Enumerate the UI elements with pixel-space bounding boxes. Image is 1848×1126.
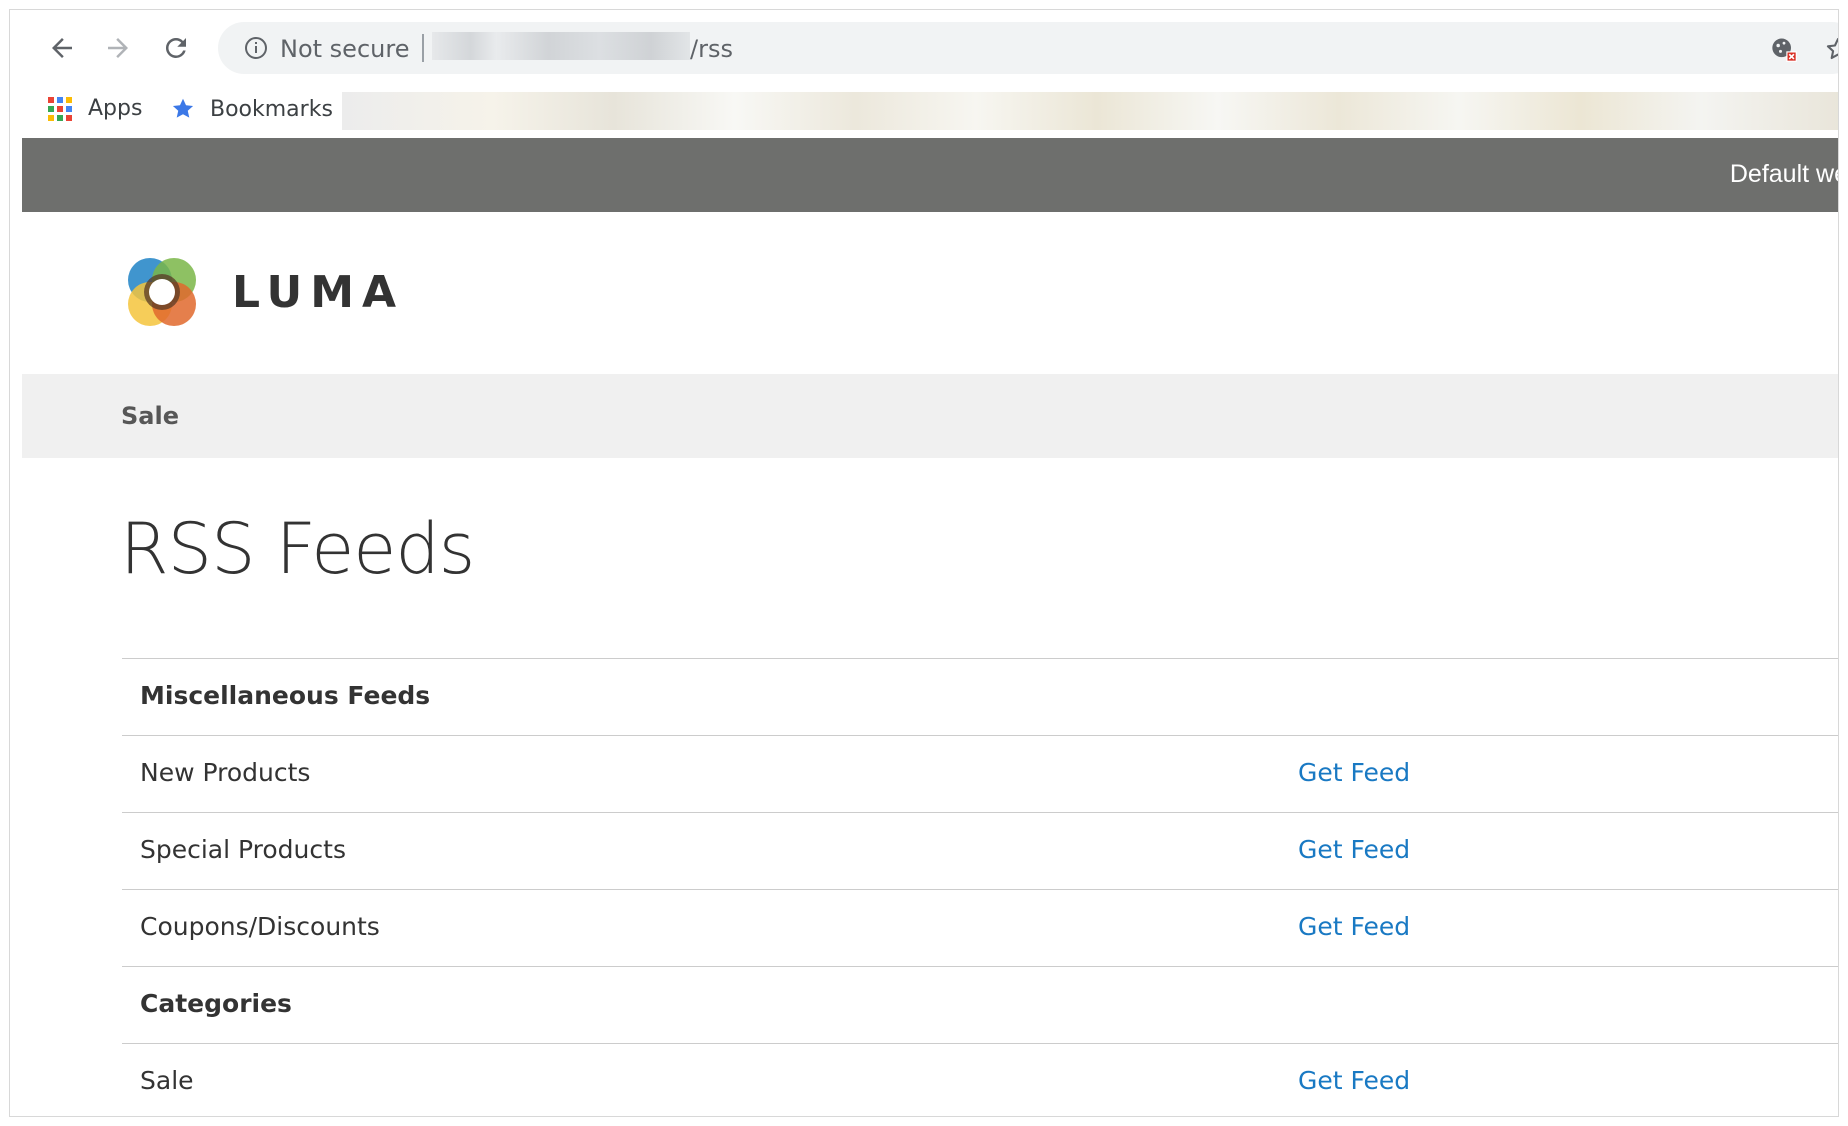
section-row: Miscellaneous Feeds <box>122 658 1838 735</box>
page-title: RSS Feeds <box>120 508 475 590</box>
arrow-right-icon <box>108 38 128 58</box>
apps-dot <box>66 96 72 103</box>
forward-button[interactable] <box>98 28 138 68</box>
apps-dot <box>57 96 63 103</box>
redacted-host <box>432 32 690 60</box>
apps-dot <box>48 96 54 103</box>
section-title: Categories <box>140 989 292 1018</box>
rss-feeds-table: Miscellaneous Feeds New Products Get Fee… <box>122 658 1838 1116</box>
feed-name: Coupons/Discounts <box>140 912 380 941</box>
feed-row: New Products Get Feed <box>122 735 1838 812</box>
feed-row: Special Products Get Feed <box>122 812 1838 889</box>
back-button[interactable] <box>42 28 82 68</box>
security-status[interactable]: Not secure <box>280 35 409 63</box>
star-filled-icon <box>172 98 194 118</box>
apps-dot <box>48 105 54 112</box>
bookmarks-bar: Apps Bookmarks <box>10 82 1838 138</box>
feed-name: New Products <box>140 758 311 787</box>
star-outline-icon[interactable] <box>1824 35 1839 63</box>
apps-label: Apps <box>88 96 143 121</box>
apps-dot <box>57 114 63 121</box>
section-title: Miscellaneous Feeds <box>140 681 431 710</box>
browser-window: Not secure /rss Apps Bookmarks Default w… <box>9 9 1839 1117</box>
redacted-bookmarks <box>342 92 1838 130</box>
luma-logo-icon <box>128 258 196 326</box>
bookmark-folder[interactable]: Bookmarks <box>170 96 333 122</box>
get-feed-link[interactable]: Get Feed <box>1298 1066 1410 1095</box>
store-header-strip: Default we <box>22 138 1838 212</box>
browser-toolbar: Not secure /rss <box>10 10 1838 82</box>
feed-name: Sale <box>140 1066 194 1095</box>
store-switcher[interactable]: Default we <box>1730 160 1838 189</box>
cookie-blocked-icon[interactable] <box>1770 35 1798 63</box>
apps-dot <box>48 114 54 121</box>
store-logo[interactable]: LUMA <box>120 250 404 334</box>
feed-row: Sale Get Feed <box>122 1043 1838 1116</box>
bookmarks-label: Bookmarks <box>210 96 333 122</box>
get-feed-link[interactable]: Get Feed <box>1298 835 1410 864</box>
divider <box>422 34 424 62</box>
feed-row: Coupons/Discounts Get Feed <box>122 889 1838 966</box>
reload-button[interactable] <box>156 28 196 68</box>
address-bar[interactable]: Not secure /rss <box>218 22 1839 74</box>
get-feed-link[interactable]: Get Feed <box>1298 912 1410 941</box>
reload-icon <box>165 37 186 58</box>
get-feed-link[interactable]: Get Feed <box>1298 758 1410 787</box>
info-icon[interactable] <box>244 36 268 60</box>
apps-dot <box>66 114 72 121</box>
apps-dot <box>66 105 72 112</box>
apps-grid-icon <box>48 96 72 121</box>
apps-dot <box>57 105 63 112</box>
section-row: Categories <box>122 966 1838 1043</box>
feed-name: Special Products <box>140 835 346 864</box>
main-navigation: Sale <box>22 374 1838 458</box>
nav-item-sale[interactable]: Sale <box>121 402 179 430</box>
arrow-left-icon <box>52 38 72 58</box>
url-path[interactable]: /rss <box>690 35 733 63</box>
bookmark-apps[interactable]: Apps <box>48 96 142 121</box>
logo-wordmark: LUMA <box>232 266 405 318</box>
